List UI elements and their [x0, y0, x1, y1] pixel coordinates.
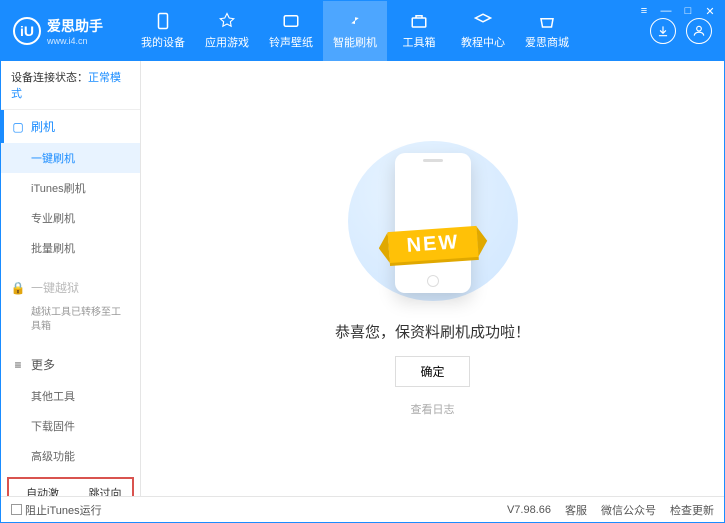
minimize-icon[interactable]: — [658, 5, 674, 18]
footer: 阻止iTunes运行 V7.98.66 客服 微信公众号 检查更新 [1, 496, 724, 522]
checkbox-skip-guide[interactable]: 跳过向导 [76, 485, 129, 496]
checkbox-auto-activate[interactable]: 自动激活 [13, 485, 66, 496]
sidebar-item-batch-flash[interactable]: 批量刷机 [1, 233, 140, 263]
header: ≡ — □ ✕ iU 爱思助手 www.i4.cn 我的设备 应用游戏 铃声壁纸 [1, 1, 724, 61]
nav-store[interactable]: 爱思商城 [515, 1, 579, 61]
new-ribbon: NEW [387, 225, 478, 262]
success-illustration: NEW [348, 141, 518, 301]
app-window: ≡ — □ ✕ iU 爱思助手 www.i4.cn 我的设备 应用游戏 铃声壁纸 [0, 0, 725, 523]
check-update-link[interactable]: 检查更新 [670, 502, 714, 518]
tutorial-icon [474, 12, 492, 30]
app-title: 爱思助手 [47, 16, 103, 36]
wallpaper-icon [282, 12, 300, 30]
nav-label: 应用游戏 [205, 34, 249, 50]
nav-toolbox[interactable]: 工具箱 [387, 1, 451, 61]
sidebar-item-pro-flash[interactable]: 专业刷机 [1, 203, 140, 233]
nav-label: 教程中心 [461, 34, 505, 50]
sidebar-group-label: 更多 [31, 356, 55, 373]
main-panel: NEW 恭喜您，保资料刷机成功啦！ 确定 查看日志 [141, 61, 724, 496]
user-button[interactable] [686, 18, 712, 44]
wechat-link[interactable]: 微信公众号 [601, 502, 656, 518]
logo-icon: iU [13, 17, 41, 45]
nav-label: 智能刷机 [333, 34, 377, 50]
view-log-link[interactable]: 查看日志 [411, 401, 455, 417]
phone-illustration [395, 153, 471, 293]
sidebar: 设备连接状态：正常模式 ▢ 刷机 一键刷机 iTunes刷机 专业刷机 批量刷机… [1, 61, 141, 496]
sidebar-item-download-firmware[interactable]: 下载固件 [1, 411, 140, 441]
sidebar-item-advanced[interactable]: 高级功能 [1, 441, 140, 471]
sidebar-group-flash[interactable]: ▢ 刷机 [1, 110, 140, 143]
phone-icon [154, 12, 172, 30]
store-icon [538, 12, 556, 30]
header-actions [650, 18, 724, 44]
checkbox-highlight-block: 自动激活 跳过向导 [7, 477, 134, 496]
support-link[interactable]: 客服 [565, 502, 587, 518]
sidebar-item-itunes-flash[interactable]: iTunes刷机 [1, 173, 140, 203]
nav-tutorials[interactable]: 教程中心 [451, 1, 515, 61]
nav-apps-games[interactable]: 应用游戏 [195, 1, 259, 61]
lock-icon: 🔒 [11, 281, 25, 295]
more-icon: ≡ [11, 358, 25, 372]
flash-group-icon: ▢ [11, 120, 25, 134]
checkbox-label: 阻止iTunes运行 [25, 502, 102, 518]
sidebar-group-more[interactable]: ≡ 更多 [1, 348, 140, 381]
status-label: 设备连接状态： [11, 72, 88, 84]
close-icon[interactable]: ✕ [702, 5, 718, 18]
apps-icon [218, 12, 236, 30]
jailbreak-note: 越狱工具已转移至工具箱 [1, 304, 140, 340]
main-nav: 我的设备 应用游戏 铃声壁纸 智能刷机 工具箱 教程中心 [131, 1, 579, 61]
success-message: 恭喜您，保资料刷机成功啦！ [335, 321, 530, 342]
nav-label: 我的设备 [141, 34, 185, 50]
sidebar-group-label: 刷机 [31, 118, 55, 135]
nav-label: 铃声壁纸 [269, 34, 313, 50]
app-subtitle: www.i4.cn [47, 36, 103, 46]
checkbox-label: 跳过向导 [89, 485, 128, 496]
checkbox-block-itunes[interactable]: 阻止iTunes运行 [11, 502, 102, 518]
sidebar-item-oneclick-flash[interactable]: 一键刷机 [1, 143, 140, 173]
menu-icon[interactable]: ≡ [636, 5, 652, 18]
maximize-icon[interactable]: □ [680, 5, 696, 18]
nav-my-device[interactable]: 我的设备 [131, 1, 195, 61]
sidebar-group-jailbreak[interactable]: 🔒 一键越狱 [1, 271, 140, 304]
sidebar-group-label: 一键越狱 [31, 279, 79, 296]
download-button[interactable] [650, 18, 676, 44]
connection-status: 设备连接状态：正常模式 [1, 61, 140, 110]
version-label: V7.98.66 [507, 504, 551, 516]
nav-ringtone-wallpaper[interactable]: 铃声壁纸 [259, 1, 323, 61]
confirm-button[interactable]: 确定 [395, 356, 469, 387]
nav-label: 工具箱 [403, 34, 436, 50]
logo: iU 爱思助手 www.i4.cn [1, 16, 131, 46]
checkbox-icon [11, 504, 22, 515]
toolbox-icon [410, 12, 428, 30]
checkbox-label: 自动激活 [26, 485, 65, 496]
sidebar-item-other-tools[interactable]: 其他工具 [1, 381, 140, 411]
body: 设备连接状态：正常模式 ▢ 刷机 一键刷机 iTunes刷机 专业刷机 批量刷机… [1, 61, 724, 496]
flash-icon [346, 12, 364, 30]
window-controls: ≡ — □ ✕ [636, 5, 718, 18]
nav-smart-flash[interactable]: 智能刷机 [323, 1, 387, 61]
nav-label: 爱思商城 [525, 34, 569, 50]
